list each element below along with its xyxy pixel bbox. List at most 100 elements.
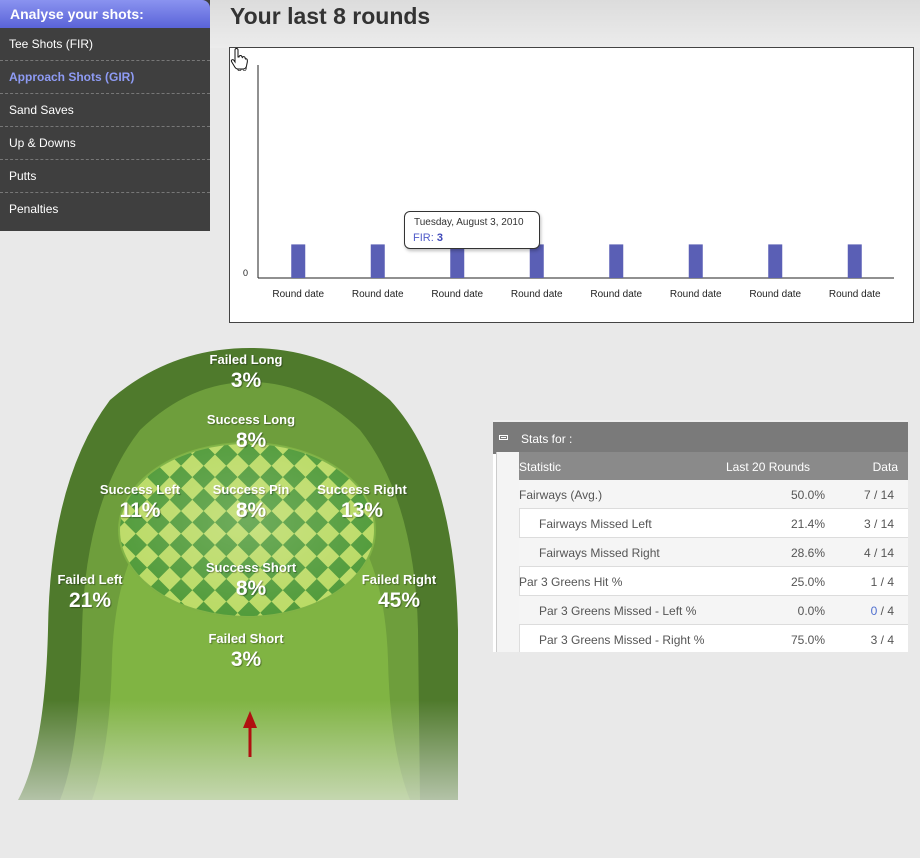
- page-title: Your last 8 rounds: [230, 3, 431, 29]
- bar-round-4[interactable]: [529, 244, 544, 278]
- stat-data: 4 / 14: [864, 546, 894, 560]
- tooltip-label: FIR:: [413, 232, 434, 244]
- stat-data-total: / 14: [873, 546, 894, 560]
- zone-success-long: Success Long 8%: [207, 412, 295, 453]
- sidebar-menu: Tee Shots (FIR) Approach Shots (GIR) Sand …: [0, 28, 210, 231]
- x-tick-label: Round date: [829, 289, 881, 300]
- bar-round-3[interactable]: [450, 244, 465, 278]
- zone-failed-long-pct: 3%: [230, 369, 262, 392]
- y-tick-label: 0: [243, 268, 248, 278]
- zone-failed-right: Failed Right 45%: [362, 572, 436, 613]
- zone-success-left-name: Success Left: [99, 482, 181, 497]
- col-statistic[interactable]: Statistic: [519, 460, 561, 474]
- col-last-20-rounds[interactable]: Last 20 Rounds: [726, 460, 810, 474]
- stat-data: 7 / 14: [864, 488, 894, 502]
- zone-success-left-pct: 11%: [119, 499, 161, 522]
- zone-failed-short: Failed Short 3%: [208, 631, 283, 672]
- bar-round-5[interactable]: [609, 244, 624, 278]
- sidebar-item-up-downs[interactable]: Up & Downs: [0, 127, 210, 160]
- chart-tooltip: Tuesday, August 3, 2010 FIR: 3: [404, 211, 540, 249]
- zone-failed-long-name: Failed Long: [209, 352, 283, 367]
- stat-last-20: 75.0%: [790, 633, 825, 647]
- x-tick-label: Round date: [670, 289, 722, 300]
- stat-data-total: / 4: [880, 633, 894, 647]
- col-data[interactable]: Data: [873, 460, 898, 474]
- bar-round-6[interactable]: [688, 244, 703, 278]
- stat-data-count: 1: [870, 575, 878, 589]
- zone-failed-left-name: Failed Left: [57, 572, 123, 587]
- bar-round-7[interactable]: [768, 244, 783, 278]
- sidebar-item-penalties[interactable]: Penalties: [0, 193, 210, 231]
- zone-success-pin-pct: 8%: [235, 499, 267, 522]
- stats-gutter: [496, 452, 520, 652]
- stats-panel: Stats for : Statistic Last 20 Rounds Dat…: [493, 420, 908, 652]
- zone-failed-right-name: Failed Right: [361, 572, 437, 587]
- table-row[interactable]: Fairways Missed Right 28.6% 4 / 14: [519, 538, 908, 567]
- stat-last-20: 28.6%: [790, 546, 825, 560]
- zone-success-pin-name: Success Pin: [212, 482, 290, 497]
- zone-success-short: Success Short 8%: [206, 560, 296, 601]
- zone-failed-short-pct: 3%: [230, 648, 262, 671]
- table-row[interactable]: Par 3 Greens Missed - Left % 0.0% 0 / 4: [519, 596, 908, 625]
- tooltip-value-line: FIR: 3: [413, 232, 443, 244]
- stats-title: Stats for :: [521, 432, 573, 446]
- sidebar-item-sand-saves[interactable]: Sand Saves: [0, 94, 210, 127]
- stat-data-total: / 14: [873, 488, 894, 502]
- stat-data-count: 3: [863, 517, 871, 531]
- x-tick-label: Round date: [352, 289, 404, 300]
- stat-data: 3 / 14: [864, 517, 894, 531]
- table-row[interactable]: Fairways (Avg.) 50.0% 7 / 14: [519, 480, 908, 509]
- zone-success-long-pct: 8%: [235, 429, 267, 452]
- hand-cursor-icon: [230, 48, 248, 70]
- chart-canvas: 500Round dateRound dateRound dateRound d…: [237, 63, 894, 300]
- zone-failed-short-name: Failed Short: [208, 631, 284, 646]
- rounds-chart: 500Round dateRound dateRound dateRound d…: [229, 47, 914, 323]
- stat-data-total: / 4: [880, 575, 894, 589]
- x-tick-label: Round date: [511, 289, 563, 300]
- stat-data-count: 4: [863, 546, 871, 560]
- stat-name: Fairways Missed Left: [539, 517, 652, 531]
- stat-data-count: 3: [870, 633, 878, 647]
- bar-round-2[interactable]: [370, 244, 385, 278]
- stat-name: Par 3 Greens Missed - Right %: [539, 633, 705, 647]
- sidebar-item-approach-shots-gir[interactable]: Approach Shots (GIR): [0, 61, 210, 94]
- table-row[interactable]: Par 3 Greens Hit % 25.0% 1 / 4: [519, 567, 908, 596]
- sidebar: Analyse your shots: Tee Shots (FIR) Appro…: [0, 0, 210, 231]
- sidebar-item-tee-shots-fir[interactable]: Tee Shots (FIR): [0, 28, 210, 61]
- stat-last-20: 0.0%: [797, 604, 825, 618]
- x-tick-label: Round date: [749, 289, 801, 300]
- x-tick-label: Round date: [590, 289, 642, 300]
- x-tick-label: Round date: [431, 289, 483, 300]
- zone-success-left: Success Left 11%: [100, 482, 180, 523]
- zone-success-right-pct: 13%: [340, 499, 384, 522]
- green-diagram: Failed Long 3% Success Long 8% Success Left 1…: [0, 330, 470, 853]
- stat-data-count: 0: [870, 604, 878, 618]
- sidebar-item-putts[interactable]: Putts: [0, 160, 210, 193]
- stat-last-20: 25.0%: [790, 575, 825, 589]
- zone-success-right: Success Right 13%: [317, 482, 407, 523]
- tooltip-date: Tuesday, August 3, 2010: [414, 217, 524, 228]
- bar-round-8[interactable]: [847, 244, 862, 278]
- sidebar-title: Analyse your shots:: [0, 0, 210, 28]
- zone-success-pin: Success Pin 8%: [213, 482, 290, 523]
- stat-data-total: / 14: [873, 517, 894, 531]
- tooltip-value: 3: [436, 232, 443, 244]
- stat-data: 0 / 4: [871, 604, 894, 618]
- stats-header: Stats for :: [493, 420, 908, 454]
- stat-data-count: 7: [863, 488, 871, 502]
- zone-failed-long: Failed Long 3%: [210, 352, 283, 393]
- stat-data: 1 / 4: [871, 575, 894, 589]
- stat-last-20: 50.0%: [790, 488, 825, 502]
- zone-success-long-name: Success Long: [206, 412, 296, 427]
- table-row[interactable]: Fairways Missed Left 21.4% 3 / 14: [519, 509, 908, 538]
- bar-round-1[interactable]: [291, 244, 306, 278]
- zone-failed-left-pct: 21%: [68, 589, 112, 612]
- table-row[interactable]: Par 3 Greens Missed - Right % 75.0% 3 / 4: [519, 625, 908, 652]
- collapse-icon[interactable]: [499, 435, 508, 440]
- zone-success-short-name: Success Short: [205, 560, 297, 575]
- zone-failed-left: Failed Left 21%: [57, 572, 122, 613]
- zone-success-right-name: Success Right: [317, 482, 407, 497]
- zone-failed-right-pct: 45%: [377, 589, 421, 612]
- stat-name: Fairways (Avg.): [519, 488, 603, 502]
- stat-data: 3 / 4: [871, 633, 894, 647]
